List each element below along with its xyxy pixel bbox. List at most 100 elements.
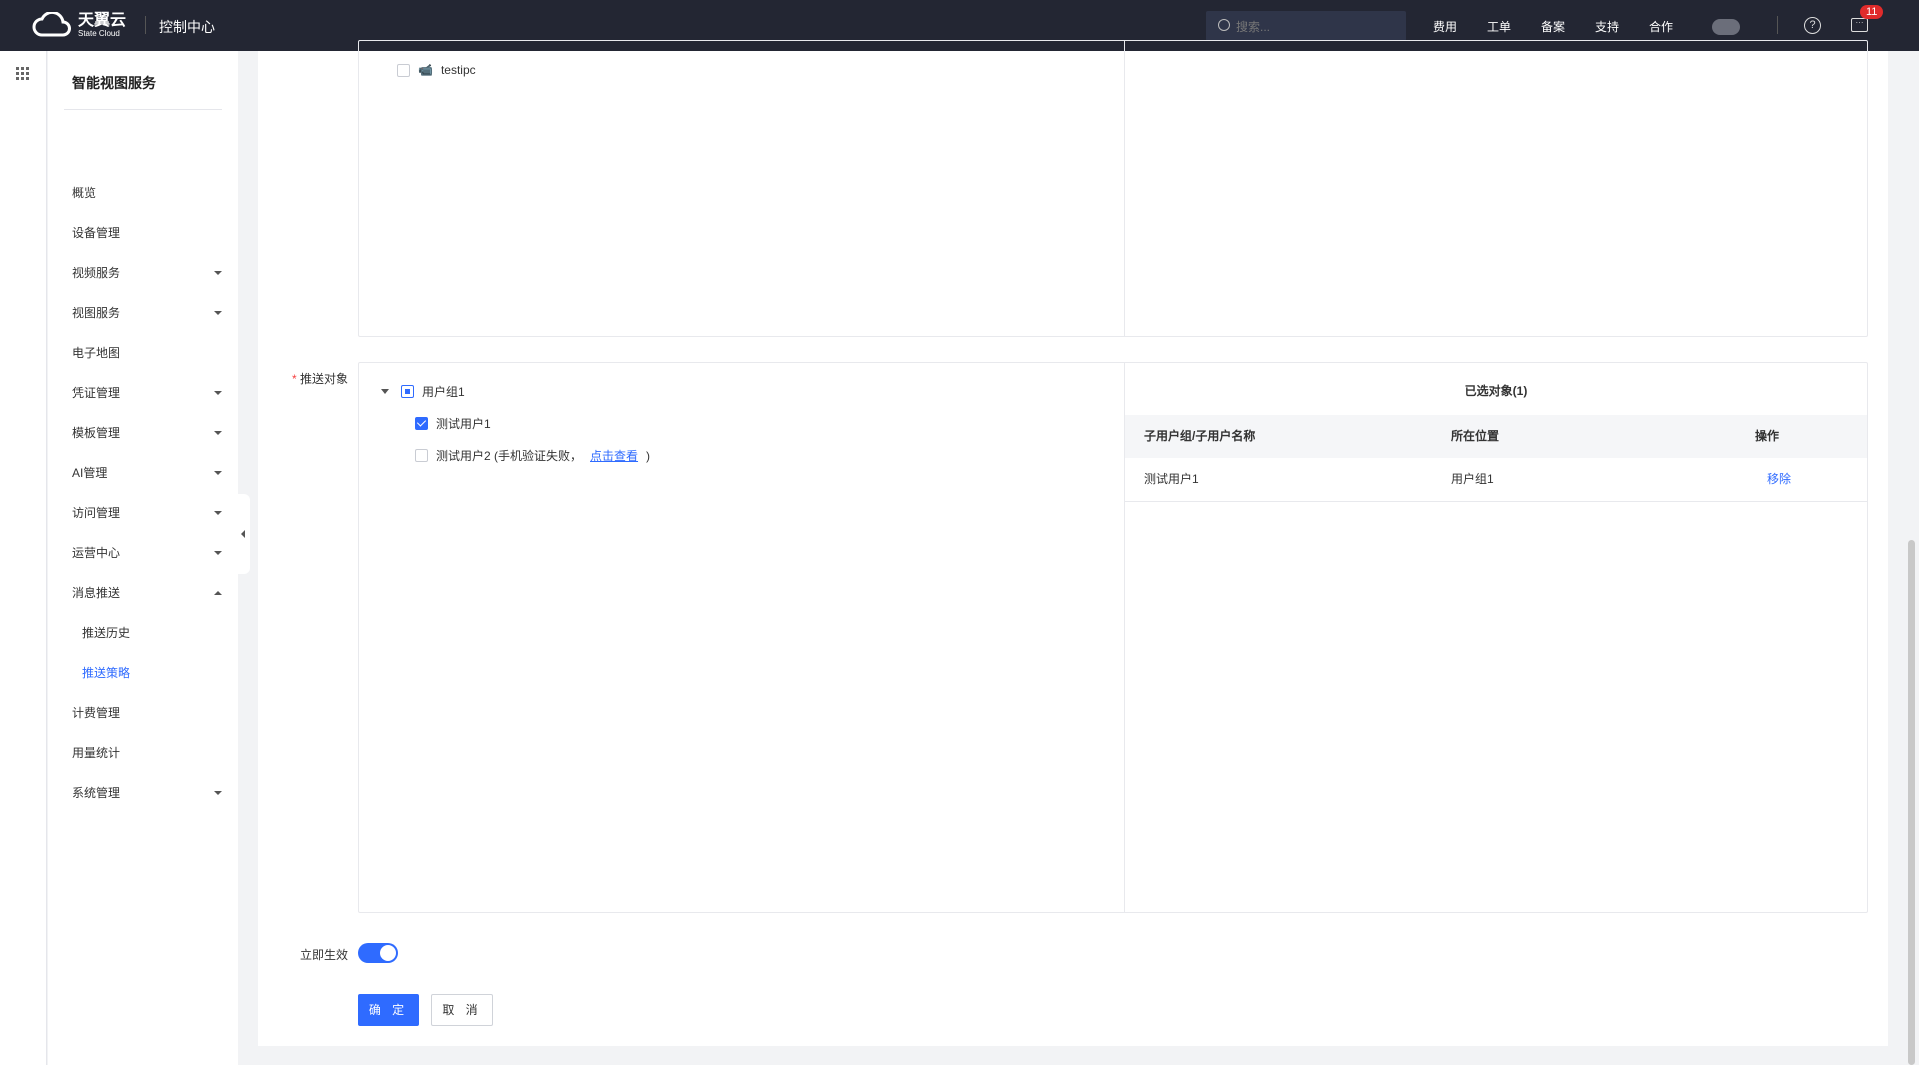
selected-users: 已选对象(1) 子用户组/子用户名称 所在位置 操作 测试用户1 用户组1 移除 xyxy=(1125,363,1867,912)
sidebar-item-label: 运营中心 xyxy=(72,546,121,560)
nav-cooperation[interactable]: 合作 xyxy=(1649,18,1673,35)
console-link[interactable]: 控制中心 xyxy=(159,17,215,37)
effective-label: 立即生效 xyxy=(300,948,349,962)
nav-tickets[interactable]: 工单 xyxy=(1487,18,1511,35)
cloud-logo-icon xyxy=(32,12,71,37)
divider xyxy=(64,109,222,110)
device-transfer-panel: 📹 testipc xyxy=(358,40,1868,337)
checkbox[interactable] xyxy=(401,385,414,398)
logo[interactable]: 天翼云 State Cloud xyxy=(32,12,126,38)
nav-filing[interactable]: 备案 xyxy=(1541,18,1565,35)
logo-subtext: State Cloud xyxy=(78,28,120,38)
sidebar-item[interactable]: 视图服务 xyxy=(72,303,222,323)
caret-down-icon xyxy=(214,471,222,475)
sidebar-item[interactable]: 概览 xyxy=(72,183,222,203)
help-icon[interactable]: ? xyxy=(1804,17,1821,34)
nav-support[interactable]: 支持 xyxy=(1595,18,1619,35)
caret-down-icon xyxy=(214,511,222,515)
tree-node-user[interactable]: 测试用户1 xyxy=(415,415,491,432)
sidebar: 智能视图服务 概览设备管理视频服务视图服务电子地图凭证管理模板管理 AI管理访问管… xyxy=(48,51,238,1065)
sidebar-item[interactable]: 消息推送 xyxy=(72,583,222,603)
apps-grid-icon[interactable] xyxy=(16,67,29,80)
sidebar-item[interactable]: 运营中心 xyxy=(72,543,222,563)
tree-node-label: 测试用户1 xyxy=(436,417,491,431)
search-input[interactable]: 搜索... xyxy=(1206,11,1406,41)
caret-down-icon xyxy=(214,311,222,315)
sidebar-item-label: 凭证管理 xyxy=(72,386,121,400)
table-header: 子用户组/子用户名称 所在位置 操作 xyxy=(1125,415,1867,458)
remove-link[interactable]: 移除 xyxy=(1767,458,1791,501)
selected-title: 已选对象(1) xyxy=(1464,384,1528,398)
sidebar-item-label: 视图服务 xyxy=(72,306,121,320)
view-details-link[interactable]: 点击查看 xyxy=(590,447,638,464)
sidebar-item[interactable]: 设备管理 xyxy=(72,223,222,243)
caret-up-icon xyxy=(214,591,222,595)
cell-location: 用户组1 xyxy=(1451,472,1494,486)
cancel-button[interactable]: 取 消 xyxy=(431,994,493,1026)
scrollbar[interactable] xyxy=(1908,540,1915,1065)
camera-icon: 📹 xyxy=(418,63,433,77)
sidebar-item[interactable]: 凭证管理 xyxy=(72,383,222,403)
caret-down-icon[interactable] xyxy=(381,389,389,394)
tree-node-group[interactable]: 用户组1 xyxy=(381,383,465,400)
device-tree: 📹 testipc xyxy=(359,41,1125,336)
nav-fees[interactable]: 费用 xyxy=(1433,18,1457,35)
user-avatar[interactable] xyxy=(1712,19,1740,35)
selected-devices xyxy=(1125,41,1867,336)
sidebar-title: 智能视图服务 xyxy=(72,75,156,91)
tree-node-user[interactable]: 测试用户2 (手机验证失败， 点击查看 ) xyxy=(415,447,650,464)
chevron-left-icon xyxy=(241,530,245,538)
effective-toggle[interactable] xyxy=(358,943,398,963)
caret-down-icon xyxy=(214,551,222,555)
sidebar-item-label: 系统管理 xyxy=(72,786,121,800)
column-header: 操作 xyxy=(1755,429,1780,443)
tree-node-label: 用户组1 xyxy=(422,385,465,399)
notification-badge: 11 xyxy=(1860,5,1884,19)
sidebar-item-label: 计费管理 xyxy=(72,706,121,720)
sidebar-item[interactable]: 推送历史 xyxy=(82,623,232,643)
tree-node[interactable]: 📹 testipc xyxy=(397,63,476,77)
sidebar-item[interactable]: 用量统计 xyxy=(72,743,222,763)
checkbox[interactable] xyxy=(415,449,428,462)
sidebar-item-label: 推送策略 xyxy=(82,666,131,680)
confirm-button[interactable]: 确 定 xyxy=(358,994,419,1026)
sidebar-item[interactable]: 计费管理 xyxy=(72,703,222,723)
sidebar-item[interactable]: 电子地图 xyxy=(72,343,222,363)
sidebar-item-label: 模板管理 xyxy=(72,426,121,440)
search-placeholder: 搜索... xyxy=(1236,19,1271,34)
search-icon xyxy=(1218,19,1230,31)
sidebar-item-label: 设备管理 xyxy=(72,226,121,240)
push-target-transfer-panel: 用户组1 测试用户1 测试用户2 (手机验证失败， 点击查看 ) 已选对象(1)… xyxy=(358,362,1868,913)
product-rail xyxy=(0,51,47,1065)
divider xyxy=(1777,16,1778,34)
sidebar-item-label: 视频服务 xyxy=(72,266,121,280)
sidebar-item-label: 用量统计 xyxy=(72,746,121,760)
tree-node-label: ) xyxy=(646,448,651,463)
caret-down-icon xyxy=(214,431,222,435)
tree-node-label: 测试用户2 (手机验证失败， xyxy=(436,449,583,463)
sidebar-item-label: 访问管理 xyxy=(72,506,121,520)
collapse-sidebar-button[interactable] xyxy=(238,494,250,574)
sidebar-item[interactable]: 系统管理 xyxy=(72,783,222,803)
sidebar-item[interactable]: 视频服务 xyxy=(72,263,222,283)
sidebar-item[interactable]: AI管理 xyxy=(72,463,222,483)
column-header: 子用户组/子用户名称 xyxy=(1144,429,1256,443)
checkbox[interactable] xyxy=(397,63,410,77)
tree-node-label: testipc xyxy=(440,63,476,77)
divider xyxy=(145,16,146,34)
caret-down-icon xyxy=(214,391,222,395)
sidebar-item[interactable]: 模板管理 xyxy=(72,423,222,443)
column-header: 所在位置 xyxy=(1451,429,1500,443)
cell-name: 测试用户1 xyxy=(1144,472,1199,486)
sidebar-item[interactable]: 访问管理 xyxy=(72,503,222,523)
message-icon[interactable]: ··· xyxy=(1851,18,1868,32)
checkbox[interactable] xyxy=(415,417,428,430)
sidebar-item-label: 消息推送 xyxy=(72,586,121,600)
sidebar-item[interactable]: 推送策略 xyxy=(82,663,232,683)
sidebar-item-label: 电子地图 xyxy=(72,346,121,360)
push-target-label: * 推送对象 xyxy=(292,372,349,386)
caret-down-icon xyxy=(214,271,222,275)
caret-down-icon xyxy=(214,791,222,795)
sidebar-item-label: 概览 xyxy=(72,186,97,200)
table-row: 测试用户1 用户组1 移除 xyxy=(1125,458,1867,502)
